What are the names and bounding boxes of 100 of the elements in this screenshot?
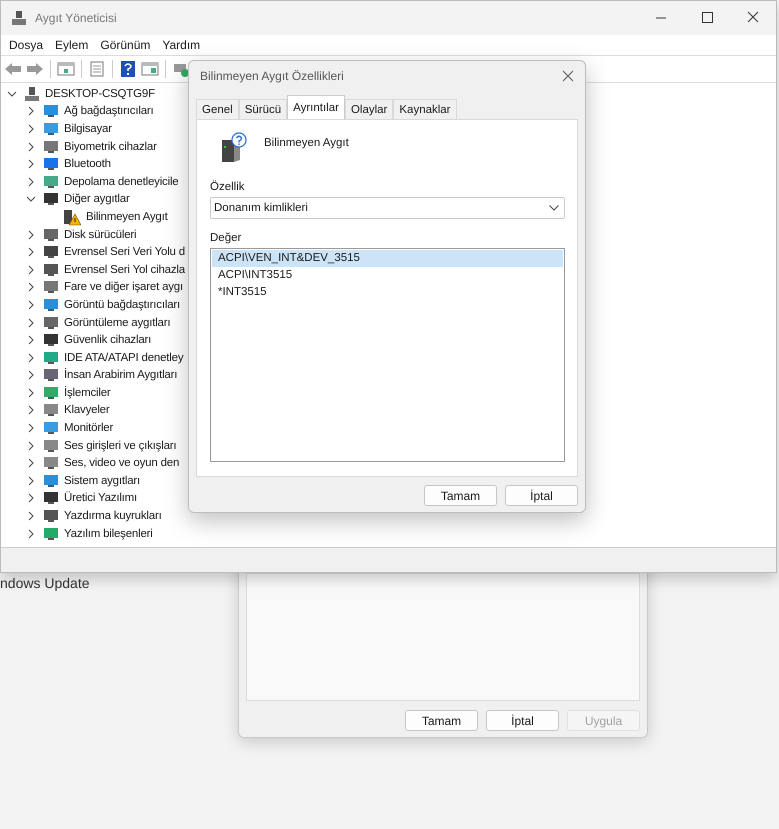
view-icon[interactable] [141,61,159,77]
tree-item[interactable]: Ses, video ve oyun den [64,457,180,470]
tree-item[interactable]: Yazılım bileşenleri [64,528,153,540]
settings-heading: ndows Update [0,575,90,591]
tree-item[interactable]: Üretici Yazılımı [64,492,138,504]
device-icon [43,244,59,260]
expand-chevron-icon[interactable] [26,335,36,346]
expand-chevron-icon[interactable] [26,476,36,486]
device-icon [43,402,59,418]
expand-chevron-icon[interactable] [26,458,36,468]
device-icon [43,174,59,190]
tree-item[interactable]: Evrensel Seri Yol cihazla [64,264,185,276]
tree-item[interactable]: Ses girişleri ve çıkışları [64,440,176,452]
expand-chevron-icon[interactable] [26,159,36,170]
menu-item[interactable]: Eylem [49,38,94,52]
expand-chevron-icon[interactable] [26,142,36,152]
tree-item[interactable]: IDE ATA/ATAPI denetley [64,352,184,364]
menu-item[interactable]: Görünüm [94,38,156,52]
expand-chevron-icon[interactable] [26,176,36,187]
tree-item[interactable]: Biyometrik cihazlar [64,140,157,153]
field-label: Değer [210,232,242,244]
tab[interactable]: Olaylar [344,99,394,119]
tree-item[interactable]: Bilinmeyen Aygıt [86,210,168,223]
expand-chevron-icon[interactable] [26,106,36,116]
menu-item[interactable]: Yardım [156,38,206,52]
tree-item[interactable]: Sistem aygıtları [64,474,140,487]
collapse-chevron-icon[interactable] [26,194,36,204]
tree-item[interactable]: Klavyeler [64,404,110,416]
dialog-button[interactable]: İptal [486,710,559,731]
device-icon [43,472,59,489]
expand-chevron-icon[interactable] [26,440,36,451]
expand-chevron-icon[interactable] [26,318,36,328]
scan-hardware-icon[interactable] [172,61,190,77]
device-icon [43,508,59,524]
warning-device-icon [63,208,81,226]
tree-item[interactable]: İşlemciler [64,386,111,399]
tree-item[interactable]: Bluetooth [64,158,111,170]
tab[interactable]: Kaynaklar [393,99,457,119]
collapse-chevron-icon[interactable] [7,88,17,99]
tree-item[interactable]: DESKTOP-CSQTG9F [45,88,155,100]
device-icon [43,120,59,137]
list-item[interactable]: ACPI\VEN_INT&DEV_3515 [212,250,563,267]
tree-item[interactable]: Görüntüleme aygıtları [64,316,170,329]
device-icon [43,455,59,472]
tree-item[interactable]: Diğer aygıtlar [64,193,130,206]
dialog-button[interactable]: Tamam [424,485,497,506]
expand-chevron-icon[interactable] [26,423,36,434]
tree-item[interactable]: Monitörler [64,422,114,434]
close-icon[interactable] [562,70,574,82]
tree-item[interactable]: Ağ bağdaştırıcıları [64,105,154,118]
expand-chevron-icon[interactable] [26,352,36,363]
tree-item[interactable]: Depolama denetleyicile [64,176,179,188]
expand-chevron-icon[interactable] [26,247,36,258]
expand-chevron-icon[interactable] [26,124,36,134]
dialog-button[interactable]: Tamam [405,710,478,731]
tree-item[interactable]: Görüntü bağdaştırıcıları [64,298,180,311]
tree-item[interactable]: Güvenlik cihazları [64,334,152,346]
device-icon [43,384,59,401]
expand-chevron-icon[interactable] [26,230,36,240]
expand-chevron-icon[interactable] [26,264,36,275]
dialog-button[interactable]: İptal [505,485,578,506]
tab[interactable]: Sürücü [238,99,288,119]
window-title: Aygıt Yöneticisi [35,11,118,25]
expand-chevron-icon[interactable] [26,282,36,292]
expand-chevron-icon[interactable] [26,405,36,416]
help-icon[interactable] [119,61,137,77]
list-item[interactable]: ACPI\INT3515 [212,267,563,284]
tab[interactable]: Genel [196,99,239,119]
device-icon [43,226,59,243]
tree-item[interactable]: Evrensel Seri Veri Yolu d [64,246,185,258]
tab[interactable]: Ayrıntılar [287,95,345,119]
expand-chevron-icon[interactable] [26,511,36,522]
expand-chevron-icon[interactable] [26,370,36,380]
expand-chevron-icon[interactable] [26,493,36,504]
expand-chevron-icon[interactable] [26,528,36,539]
property-dropdown[interactable]: Donanım kimlikleri [210,197,565,219]
forward-arrow-icon[interactable] [26,61,44,77]
computer-icon [24,86,40,102]
device-icon [43,156,59,172]
expand-chevron-icon[interactable] [26,388,36,398]
tree-item[interactable]: Disk sürücüleri [64,228,136,241]
tree-item[interactable]: Yazdırma kuyrukları [64,510,162,522]
tree-item[interactable]: Bilgisayar [64,122,112,135]
field-label: Özellik [210,181,246,193]
device-name: Bilinmeyen Aygıt [264,137,349,149]
back-arrow-icon[interactable] [4,61,22,77]
caret-icon [549,205,559,211]
dialog-title: Bilinmeyen Aygıt Özellikleri [200,69,344,83]
console-tree-icon[interactable] [57,61,75,77]
device-icon [43,296,59,313]
expand-chevron-icon[interactable] [26,300,36,310]
list-item[interactable]: *INT3515 [212,284,563,301]
tree-item[interactable]: Fare ve diğer işaret aygı [64,281,184,294]
device-icon [43,526,59,542]
device-icon [43,191,59,208]
tree-item[interactable]: İnsan Arabirim Aygıtları [64,369,178,382]
computer-icon [11,10,27,26]
device-icon [43,350,59,366]
properties-icon[interactable] [88,61,106,77]
menu-item[interactable]: Dosya [3,38,50,52]
